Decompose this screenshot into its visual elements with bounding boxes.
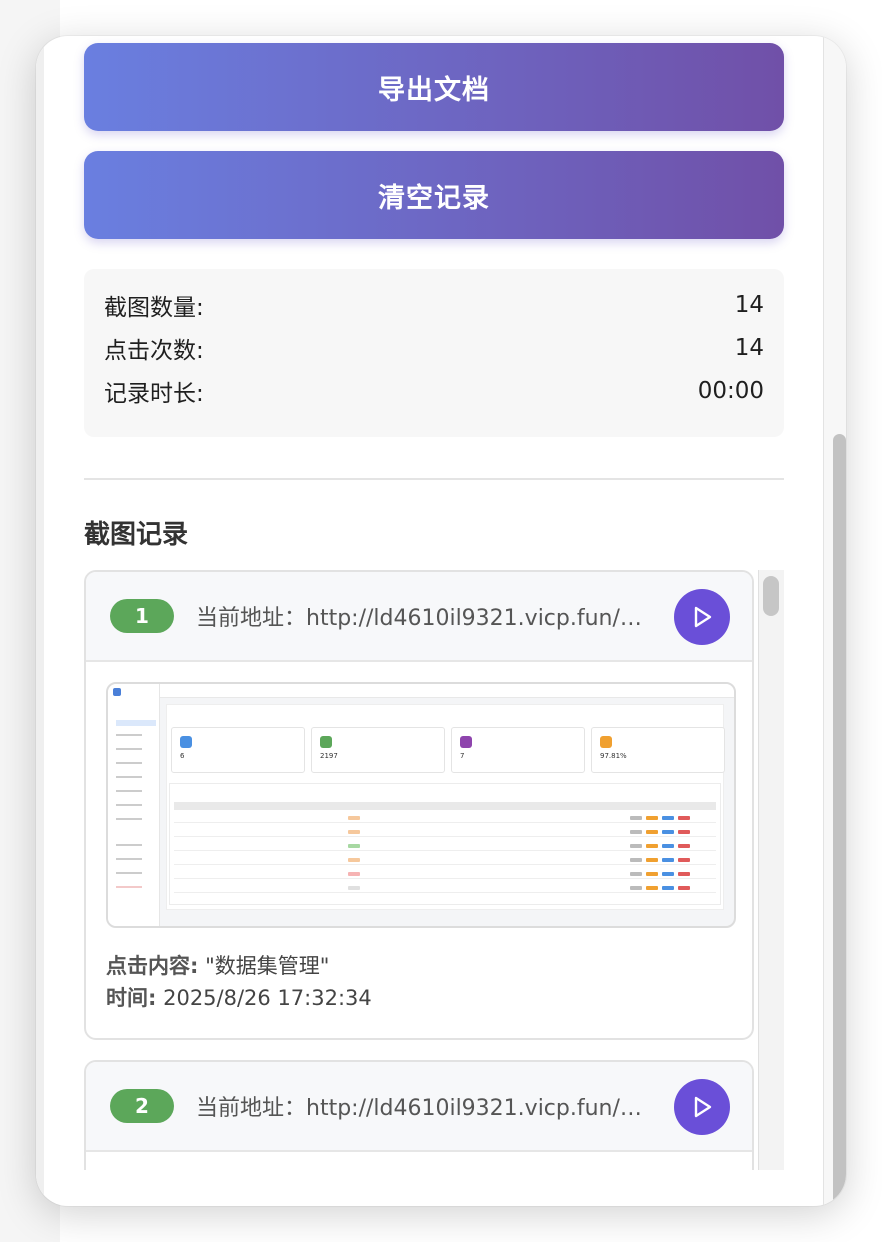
record-url: 当前地址：http://ld4610il9321.vicp.fun/hc-tra…: [196, 1096, 652, 1121]
section-title: 截图记录: [84, 520, 189, 550]
play-icon: [694, 606, 712, 628]
stat-screenshot-count: 截图数量: 14: [104, 283, 764, 326]
record-index-badge: 1: [110, 599, 174, 633]
stat-duration: 记录时长: 00:00: [104, 369, 764, 412]
record-screenshot[interactable]: 6 2197 7 97.81%: [106, 682, 736, 928]
thumbnail-sidebar: [108, 684, 160, 926]
replay-button[interactable]: [674, 1079, 730, 1135]
stat-click-count: 点击次数: 14: [104, 326, 764, 369]
screen: 导出文档 清空记录 截图数量: 14 点击次数: 14 记录时长: 00:00 …: [0, 0, 882, 1242]
thumbnail-main: 6 2197 7 97.81%: [166, 704, 725, 910]
thumbnail-kpi: 7: [451, 727, 585, 773]
time-label: 时间:: [106, 986, 157, 1010]
record-header: 2 当前地址：http://ld4610il9321.vicp.fun/hc-t…: [86, 1062, 752, 1152]
thumbnail-logo: [113, 688, 121, 696]
stat-value: 14: [734, 334, 764, 361]
time-value: 2025/8/26 17:32:34: [163, 986, 372, 1010]
record-url: 当前地址：http://ld4610il9321.vicp.fun/dashbo…: [196, 606, 652, 631]
thumbnail-kpi: 97.81%: [591, 727, 725, 773]
list-scrollbar-track[interactable]: [758, 570, 784, 1170]
clear-records-button[interactable]: 清空记录: [84, 151, 784, 239]
export-document-button[interactable]: 导出文档: [84, 43, 784, 131]
stat-label: 点击次数:: [104, 337, 204, 364]
stat-value: 00:00: [697, 377, 764, 404]
divider: [84, 478, 784, 480]
stat-label: 截图数量:: [104, 294, 204, 321]
thumbnail-kpi: 2197: [311, 727, 445, 773]
stat-value: 14: [734, 291, 764, 318]
click-content-label: 点击内容:: [106, 954, 199, 978]
thumbnail-table: [169, 783, 721, 905]
thumbnail-kpi: 6: [171, 727, 305, 773]
record-header: 1 当前地址：http://ld4610il9321.vicp.fun/dash…: [86, 572, 752, 662]
record-card: 1 当前地址：http://ld4610il9321.vicp.fun/dash…: [84, 570, 754, 1040]
panel-edge: [36, 36, 44, 1206]
click-content-value: "数据集管理": [205, 954, 330, 978]
replay-button[interactable]: [674, 589, 730, 645]
panel-scrollbar-thumb[interactable]: [833, 434, 846, 1206]
thumbnail-topbar: [160, 684, 734, 698]
stats-panel: 截图数量: 14 点击次数: 14 记录时长: 00:00: [84, 269, 784, 437]
records-list[interactable]: 1 当前地址：http://ld4610il9321.vicp.fun/dash…: [84, 570, 784, 1170]
time-line: 时间: 2025/8/26 17:32:34: [106, 982, 732, 1014]
list-scrollbar-thumb[interactable]: [763, 576, 779, 616]
play-icon: [694, 1096, 712, 1118]
click-content-line: 点击内容: "数据集管理": [106, 950, 732, 982]
recorder-panel: 导出文档 清空记录 截图数量: 14 点击次数: 14 记录时长: 00:00 …: [36, 36, 846, 1206]
record-index-badge: 2: [110, 1089, 174, 1123]
record-card: 2 当前地址：http://ld4610il9321.vicp.fun/hc-t…: [84, 1060, 754, 1170]
record-details: 点击内容: "数据集管理" 时间: 2025/8/26 17:32:34: [86, 928, 752, 1034]
stat-label: 记录时长:: [104, 380, 204, 407]
